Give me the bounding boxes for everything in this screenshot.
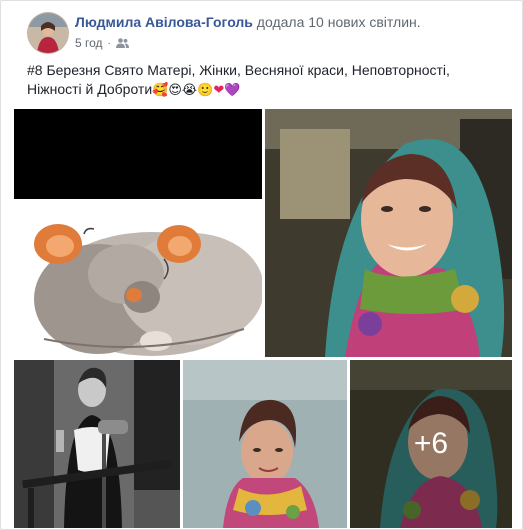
photo-woman-microphone[interactable] — [14, 360, 180, 528]
post-text-line-1: #8 Березня Свято Матері, Жінки, Весняної… — [27, 62, 450, 78]
meta-separator: · — [107, 37, 111, 49]
woman-portrait-image — [183, 360, 347, 528]
heart-eyes-emoji: 😍 — [168, 83, 182, 98]
post-meta: 5 год · — [75, 36, 129, 50]
avatar-image — [28, 13, 68, 53]
more-photos-count: +6 — [413, 427, 449, 460]
crying-emoji: 😭 — [181, 83, 198, 98]
photo-mice-illustration[interactable] — [14, 109, 262, 357]
post-text: #8 Березня Свято Матері, Жінки, Весняної… — [27, 61, 497, 100]
woman-microphone-image — [14, 360, 180, 528]
author-avatar[interactable] — [27, 12, 69, 54]
post-header: Людмила Авілова-Гоголь додала 10 нових с… — [75, 14, 421, 30]
purple-heart-emoji: 💜 — [224, 83, 241, 98]
smiling-hearts-emoji: 🥰 — [152, 83, 169, 98]
post-timestamp[interactable]: 5 год — [75, 36, 103, 50]
mice-illustration-image — [14, 109, 262, 357]
author-name-link[interactable]: Людмила Авілова-Гоголь — [75, 14, 253, 30]
post-text-line-2: Ніжності й Доброти🥰😍😭🙂❤💜 — [27, 80, 497, 100]
photo-woman-scarf-more[interactable]: +6 — [350, 360, 512, 528]
post-text-line-2-text: Ніжності й Доброти — [27, 81, 153, 97]
red-heart-emoji: ❤ — [213, 83, 225, 98]
post-action-text: додала 10 нових світлин. — [256, 14, 421, 30]
more-photos-overlay[interactable]: +6 — [350, 360, 512, 528]
photo-woman-portrait[interactable] — [183, 360, 347, 528]
photo-woman-scarf-selfie[interactable] — [265, 109, 512, 357]
feed-post: Людмила Авілова-Гоголь додала 10 нових с… — [0, 0, 523, 530]
woman-scarf-selfie-image — [265, 109, 512, 357]
slight-smile-emoji: 🙂 — [197, 83, 214, 98]
friends-icon[interactable] — [115, 37, 129, 49]
